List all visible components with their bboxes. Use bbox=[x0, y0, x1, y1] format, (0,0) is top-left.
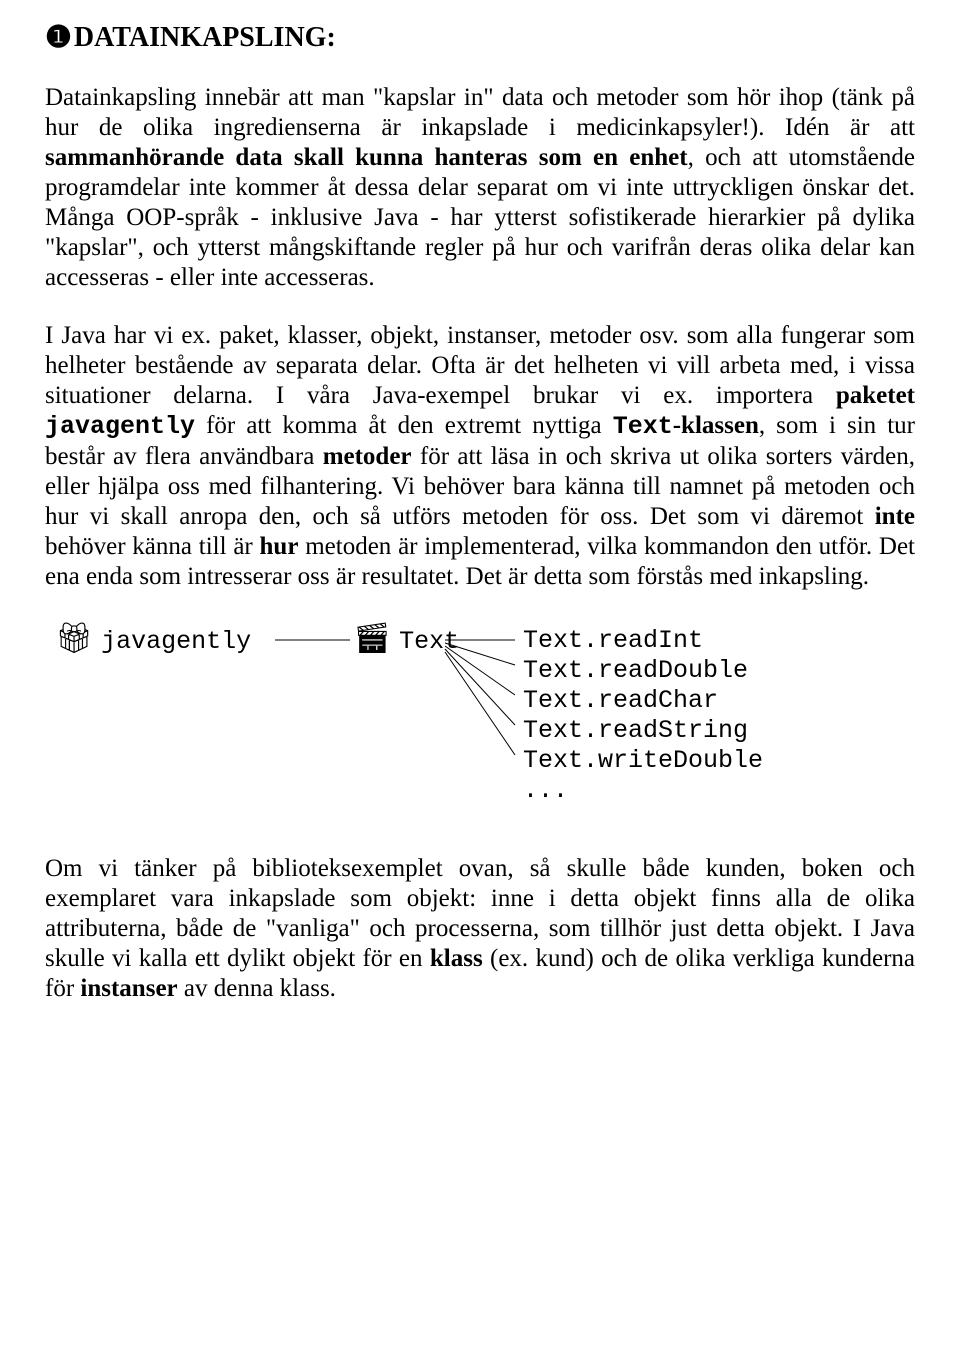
bullet-one-icon: ❶ bbox=[45, 20, 72, 55]
heading: ❶DATAINKAPSLING: bbox=[45, 20, 915, 55]
method-2: Text.readChar bbox=[523, 686, 763, 716]
p3-t3: av denna klass. bbox=[178, 975, 336, 1002]
clapper-icon: 🎬︎ bbox=[353, 626, 391, 656]
node-text-label: Text bbox=[399, 627, 459, 656]
method-0: Text.readInt bbox=[523, 626, 763, 656]
paragraph-3: Om vi tänker på biblioteksexemplet ovan,… bbox=[45, 854, 915, 1004]
p2-b2: -klassen bbox=[673, 412, 759, 439]
p2-b4: inte bbox=[875, 503, 915, 530]
methods-list: Text.readInt Text.readDouble Text.readCh… bbox=[523, 626, 763, 806]
p2-m1: javagently bbox=[45, 412, 195, 441]
p1-t1: Datainkapsling innebär att man "kapslar … bbox=[45, 84, 915, 141]
paragraph-1: Datainkapsling innebär att man "kapslar … bbox=[45, 83, 915, 293]
p2-b5: hur bbox=[260, 533, 299, 560]
p2-t1: I Java har vi ex. paket, klasser, objekt… bbox=[45, 322, 915, 409]
method-5: ... bbox=[523, 776, 763, 806]
diagram: 🎁︎ javagently 🎬︎ Text Text.readInt Text.… bbox=[45, 620, 915, 820]
p2-t2: för att komma åt den extremt nyttiga bbox=[195, 412, 613, 439]
node-text: 🎬︎ Text bbox=[353, 626, 459, 656]
p2-b3: metoder bbox=[323, 443, 412, 470]
p3-b1: klass bbox=[430, 945, 483, 972]
p2-m2: Text bbox=[613, 412, 673, 441]
p2-t5: behöver känna till är bbox=[45, 533, 260, 560]
node-javagently-label: javagently bbox=[101, 627, 251, 656]
p3-b2: instanser bbox=[80, 975, 177, 1002]
p2-b1: paketet bbox=[836, 382, 915, 409]
method-4: Text.writeDouble bbox=[523, 746, 763, 776]
method-1: Text.readDouble bbox=[523, 656, 763, 686]
node-javagently: 🎁︎ javagently bbox=[55, 626, 251, 656]
gift-icon: 🎁︎ bbox=[55, 626, 93, 656]
p1-b1: sammanhörande data skall kunna hanteras … bbox=[45, 144, 688, 171]
heading-text: DATAINKAPSLING: bbox=[74, 22, 336, 54]
paragraph-2: I Java har vi ex. paket, klasser, objekt… bbox=[45, 321, 915, 592]
method-3: Text.readString bbox=[523, 716, 763, 746]
